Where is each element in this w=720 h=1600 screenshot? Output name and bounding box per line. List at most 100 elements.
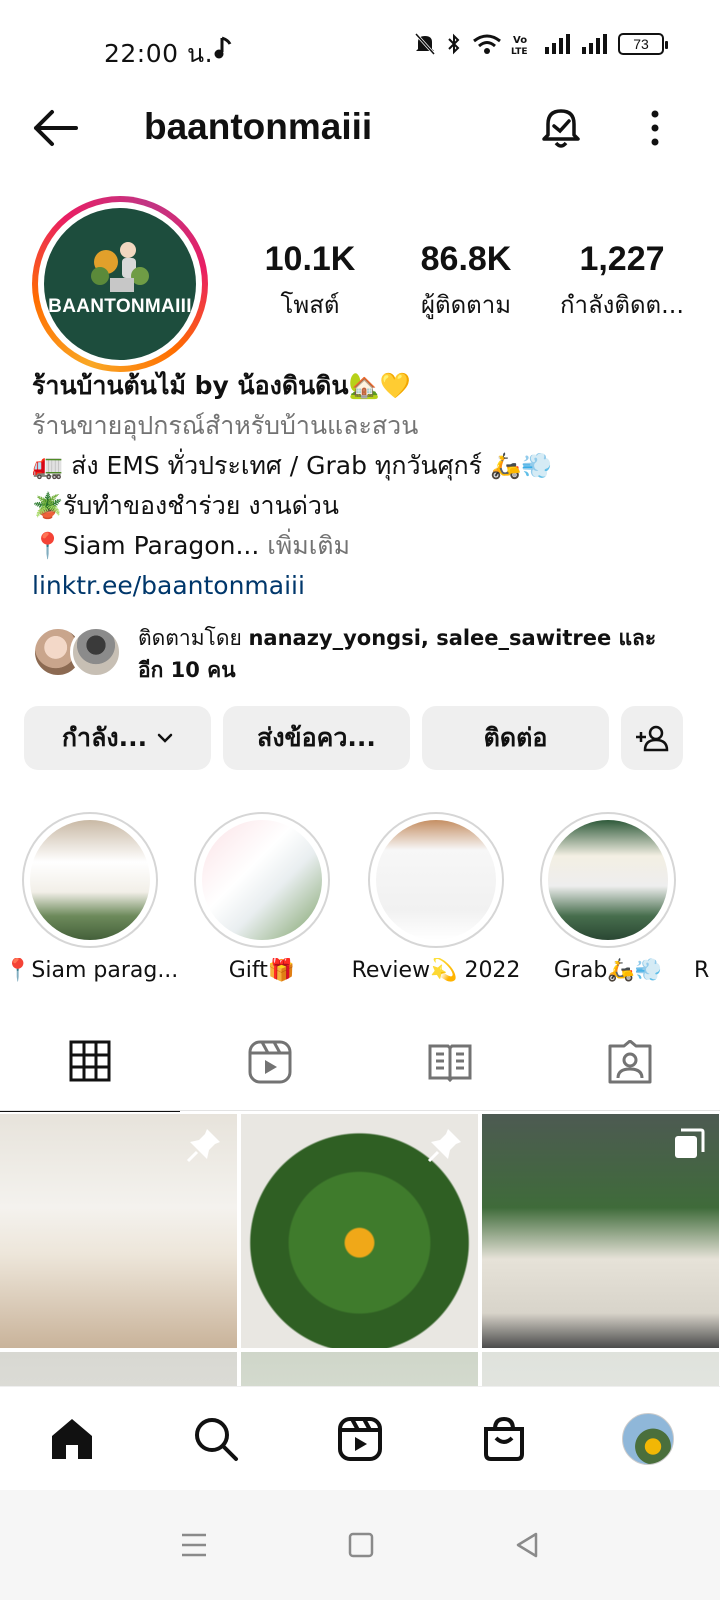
highlight-item[interactable]: R (694, 812, 720, 983)
profile-avatar-thumb (622, 1412, 674, 1465)
followed-by-prefix: ติดตามโดย (138, 626, 249, 650)
profile-header: baantonmaiii (0, 96, 720, 162)
highlight-label: Grab🛵💨 (553, 958, 663, 983)
nav-home[interactable] (22, 1399, 122, 1479)
highlight-item[interactable]: 📍Siam parag... (4, 812, 176, 983)
highlight-cover (376, 820, 496, 940)
profile-actions: กำลัง... ส่งข้อคว... ติดต่อ (24, 706, 684, 770)
bio-more-link[interactable]: เพิ่มเติม (259, 531, 350, 560)
highlight-item[interactable]: Review💫 2022 (350, 812, 522, 983)
highlight-cover (548, 820, 668, 940)
carousel-icon (675, 1128, 705, 1158)
svg-text:LTE: LTE (511, 47, 528, 56)
profile-tabs (0, 1028, 720, 1112)
bio-line-shipping: 🚛 ส่ง EMS ทั่วประเทศ / Grab ทุกวันศุกร์ … (32, 451, 553, 480)
nav-search[interactable] (166, 1399, 266, 1479)
followed-by-names: nanazy_yongsi, salee_sawitree (248, 626, 612, 650)
following-button[interactable]: กำลัง... (24, 706, 211, 770)
signal-1-icon (545, 34, 570, 54)
post-thumbnail[interactable] (482, 1352, 719, 1386)
tab-tagged[interactable] (540, 1028, 720, 1112)
nav-reels[interactable] (310, 1399, 410, 1479)
post-thumbnail[interactable] (482, 1114, 719, 1348)
following-button-label: กำลัง... (61, 723, 148, 752)
stat-posts-value: 10.1K (264, 240, 356, 278)
bluetooth-icon (448, 33, 460, 55)
tagged-icon (608, 1040, 652, 1084)
stat-following-value: 1,227 (579, 240, 665, 278)
profile-avatar[interactable]: BAANTONMAIII (32, 196, 208, 372)
post-thumbnail[interactable] (241, 1352, 478, 1386)
tab-posts[interactable] (0, 1028, 180, 1112)
battery-indicator: 73 (618, 33, 668, 55)
back-arrow-icon[interactable] (30, 108, 80, 148)
pin-icon (427, 1129, 461, 1163)
bio-name: ร้านบ้านต้นไม้ by น้องดินดิน🏡💛 (32, 371, 411, 400)
volte-icon: VoLTE (511, 35, 528, 56)
stat-followers-value: 86.8K (420, 240, 512, 278)
highlight-item[interactable]: Grab🛵💨 (522, 812, 694, 983)
followed-by-text: ติดตามโดย nanazy_yongsi, salee_sawitree … (138, 622, 678, 686)
highlight-item[interactable]: Gift🎁 (176, 812, 348, 983)
page-title: baantonmaiii (144, 106, 373, 147)
home-square-icon[interactable] (348, 1532, 374, 1558)
contact-button[interactable]: ติดต่อ (422, 706, 609, 770)
reels-icon (248, 1040, 292, 1084)
post-thumbnail[interactable] (241, 1114, 478, 1348)
tab-divider (0, 1110, 720, 1111)
more-vertical-icon[interactable] (640, 106, 670, 150)
search-icon (195, 1417, 238, 1461)
bio-line-souvenir: 🪴รับทำของชำร่วย งานด่วน (32, 491, 340, 520)
bio-location-text: 📍Siam Paragon... (32, 531, 260, 560)
add-person-icon (636, 725, 669, 752)
story-highlights: 📍Siam parag... Gift🎁 Review💫 2022 Grab🛵💨… (0, 812, 720, 992)
stat-posts-label: โพสต์ (280, 291, 340, 319)
stat-following[interactable]: 1,227 กำลังติดต... (544, 240, 700, 324)
pin-icon (186, 1129, 220, 1163)
avatar-brand-text: BAANTONMAIII (48, 296, 192, 317)
highlight-label: Gift🎁 (228, 958, 296, 983)
menu-icon[interactable] (180, 1532, 208, 1558)
reels-icon (338, 1416, 382, 1461)
notification-bell-icon[interactable] (536, 102, 586, 152)
tab-guides[interactable] (360, 1028, 540, 1112)
bottom-nav (0, 1386, 720, 1490)
shop-icon (484, 1416, 524, 1461)
message-button[interactable]: ส่งข้อคว... (223, 706, 410, 770)
stat-posts[interactable]: 10.1K โพสต์ (232, 240, 388, 324)
avatar-logo: BAANTONMAIII (44, 208, 196, 360)
back-triangle-icon[interactable] (514, 1531, 540, 1559)
bio-line-location: 📍Siam Paragon... เพิ่มเติม (32, 526, 692, 566)
post-thumbnail[interactable] (0, 1352, 237, 1386)
system-nav-bar (0, 1490, 720, 1600)
avatar-plant-illustration (91, 242, 149, 292)
followed-by[interactable]: ติดตามโดย nanazy_yongsi, salee_sawitree … (32, 620, 692, 690)
status-icons: Vo LTE 73 (414, 32, 668, 56)
tab-reels[interactable] (180, 1028, 360, 1112)
highlight-cover (202, 820, 322, 940)
status-bar: 22:00 น. Vo LTE 73 (0, 0, 720, 96)
stat-followers[interactable]: 86.8K ผู้ติดตาม (388, 240, 544, 324)
post-thumbnail[interactable] (0, 1114, 237, 1348)
status-time: 22:00 น. (104, 39, 214, 68)
suggest-people-button[interactable] (621, 706, 683, 770)
highlight-cover (30, 820, 150, 940)
chevron-down-icon (157, 733, 173, 743)
profile-bio: ร้านบ้านต้นไม้ by น้องดินดิน🏡💛 ร้านขายอุ… (32, 366, 692, 606)
profile-stats: 10.1K โพสต์ 86.8K ผู้ติดตาม 1,227 กำลังต… (232, 240, 702, 324)
grid-icon (69, 1040, 111, 1082)
signal-2-icon (582, 34, 607, 54)
stat-following-label: กำลังติดต... (559, 291, 685, 319)
bio-link[interactable]: linktr.ee/baantonmaiii (32, 566, 692, 606)
highlight-label: 📍Siam parag... (4, 958, 176, 983)
guides-icon (428, 1044, 472, 1083)
svg-text:Vo: Vo (513, 35, 527, 46)
highlight-label: Review💫 2022 (351, 958, 521, 983)
bio-category: ร้านขายอุปกรณ์สำหรับบ้านและสวน (32, 411, 419, 440)
highlight-label: R (694, 958, 710, 983)
nav-shop[interactable] (454, 1399, 554, 1479)
posts-grid (0, 1114, 720, 1386)
nav-profile[interactable] (598, 1399, 698, 1479)
music-note-icon (214, 36, 232, 59)
home-icon (52, 1418, 92, 1459)
